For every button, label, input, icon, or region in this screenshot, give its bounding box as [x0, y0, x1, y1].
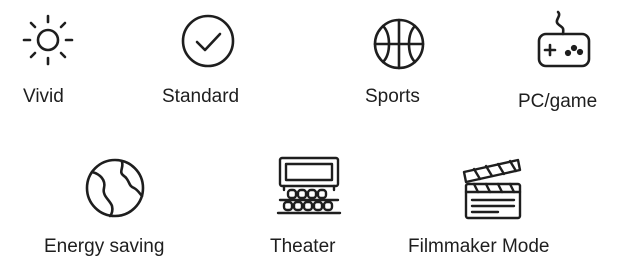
- mode-label: Vivid: [23, 86, 64, 107]
- globe-leaf-icon: [82, 154, 148, 220]
- theater-seats-icon: [274, 154, 344, 220]
- clapperboard-icon: [458, 154, 528, 222]
- mode-label: PC/game: [518, 91, 598, 112]
- sun-icon: [20, 10, 76, 66]
- mode-theater[interactable]: Theater: [262, 148, 362, 260]
- mode-vivid[interactable]: Vivid: [14, 6, 94, 112]
- mode-standard[interactable]: Standard: [160, 6, 270, 112]
- mode-label: Sports: [365, 86, 420, 107]
- gamepad-icon: [532, 8, 594, 72]
- mode-energy-saving[interactable]: Energy saving: [40, 148, 200, 260]
- mode-sports[interactable]: Sports: [360, 6, 450, 112]
- mode-label: Theater: [270, 236, 336, 257]
- mode-filmmaker[interactable]: Filmmaker Mode: [406, 148, 606, 260]
- basketball-icon: [371, 16, 427, 72]
- checkmark-circle-icon: [179, 12, 237, 70]
- mode-label: Filmmaker Mode: [408, 236, 550, 257]
- picture-mode-panel: { "modes": [ {"label": "Vivid", "icon": …: [0, 0, 617, 263]
- mode-label: Energy saving: [44, 236, 165, 257]
- mode-label: Standard: [162, 86, 240, 107]
- mode-pc-game[interactable]: PC/game: [512, 4, 612, 116]
